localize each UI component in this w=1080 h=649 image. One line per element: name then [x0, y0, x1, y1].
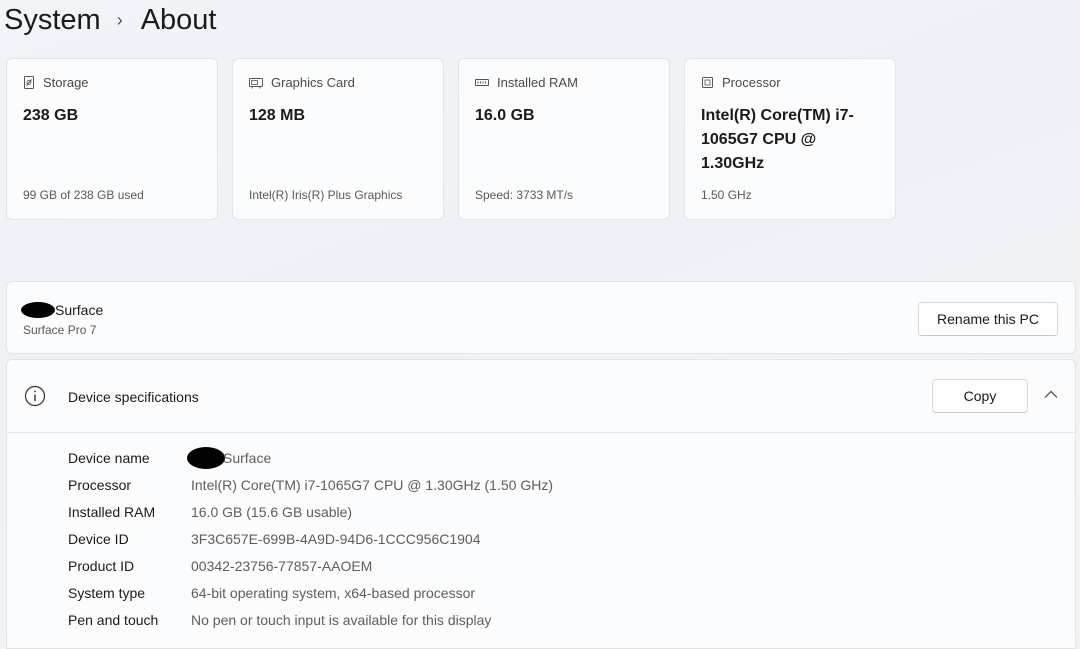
copy-button[interactable]: Copy — [932, 379, 1028, 413]
graphics-card-card: Graphics Card 128 MB Intel(R) Iris(R) Pl… — [232, 58, 444, 220]
page-title: About — [140, 3, 217, 36]
device-specifications-list: Device name Surface Processor Intel(R) C… — [68, 444, 553, 633]
device-specifications-header[interactable]: Device specifications Copy — [7, 360, 1075, 433]
spec-key: Installed RAM — [68, 503, 156, 520]
spec-row-product-id: Product ID 00342-23756-77857-AAOEM — [68, 552, 553, 579]
spec-key: Device name — [68, 449, 150, 466]
breadcrumb-system[interactable]: System — [4, 4, 101, 37]
spec-value: 16.0 GB (15.6 GB usable) — [191, 503, 353, 520]
spec-value: 00342-23756-77857-AAOEM — [191, 557, 373, 574]
storage-icon — [24, 76, 34, 89]
spec-value: Intel(R) Core(TM) i7-1065G7 CPU @ 1.30GH… — [191, 476, 553, 493]
spec-row-device-id: Device ID 3F3C657E-699B-4A9D-94D6-1CCC95… — [68, 525, 553, 552]
card-label: Installed RAM — [497, 75, 578, 90]
spec-row-system-type: System type 64-bit operating system, x64… — [68, 579, 553, 606]
redaction-mark — [187, 446, 225, 469]
spec-row-installed-ram: Installed RAM 16.0 GB (15.6 GB usable) — [68, 498, 553, 525]
spec-value: No pen or touch input is available for t… — [191, 611, 492, 628]
card-subtext: 99 GB of 238 GB used — [23, 188, 144, 202]
card-label: Graphics Card — [271, 75, 355, 90]
pc-name-text: Surface — [55, 302, 104, 318]
card-label: Processor — [722, 75, 781, 90]
spec-value: 3F3C657E-699B-4A9D-94D6-1CCC956C1904 — [191, 530, 481, 547]
pc-name: Surface — [21, 302, 104, 318]
card-value: 16.0 GB — [475, 107, 535, 124]
pc-name-panel: Surface Surface Pro 7 Rename this PC — [6, 281, 1076, 354]
ram-card: Installed RAM 16.0 GB Speed: 3733 MT/s — [458, 58, 670, 220]
spec-row-processor: Processor Intel(R) Core(TM) i7-1065G7 CP… — [68, 471, 553, 498]
processor-icon — [702, 77, 713, 88]
card-label: Storage — [43, 75, 89, 90]
spec-value: Surface — [223, 449, 272, 466]
card-value: 238 GB — [23, 107, 79, 124]
card-value: Intel(R) Core(TM) i7-1065G7 CPU @ 1.30GH… — [701, 107, 854, 172]
spec-key: System type — [68, 584, 146, 601]
graphics-card-icon — [249, 77, 263, 88]
spec-key: Device ID — [68, 530, 129, 547]
card-subtext: Intel(R) Iris(R) Plus Graphics — [249, 188, 403, 202]
rename-pc-button[interactable]: Rename this PC — [918, 302, 1058, 336]
spec-value: 64-bit operating system, x64-based proce… — [191, 584, 476, 601]
storage-card: Storage 238 GB 99 GB of 238 GB used — [6, 58, 218, 220]
info-icon — [24, 385, 46, 407]
spec-row-pen-and-touch: Pen and touch No pen or touch input is a… — [68, 606, 553, 633]
device-specifications-panel: Device specifications Copy Device name S… — [6, 359, 1076, 649]
processor-card: Processor Intel(R) Core(TM) i7-1065G7 CP… — [684, 58, 896, 220]
card-subtext: 1.50 GHz — [701, 188, 752, 202]
chevron-up-icon[interactable] — [1044, 390, 1058, 399]
spec-row-device-name: Device name Surface — [68, 444, 553, 471]
card-value: 128 MB — [249, 107, 306, 124]
breadcrumb: System › About — [4, 0, 216, 40]
spec-key: Processor — [68, 476, 132, 493]
redaction-mark — [21, 302, 55, 318]
device-specifications-title: Device specifications — [68, 389, 199, 405]
summary-cards: Storage 238 GB 99 GB of 238 GB used Grap… — [6, 58, 896, 220]
pc-model: Surface Pro 7 — [23, 323, 97, 337]
breadcrumb-separator: › — [116, 9, 123, 30]
spec-key: Product ID — [68, 557, 135, 574]
spec-key: Pen and touch — [68, 611, 159, 628]
card-subtext: Speed: 3733 MT/s — [475, 188, 574, 202]
ram-icon — [475, 78, 489, 86]
